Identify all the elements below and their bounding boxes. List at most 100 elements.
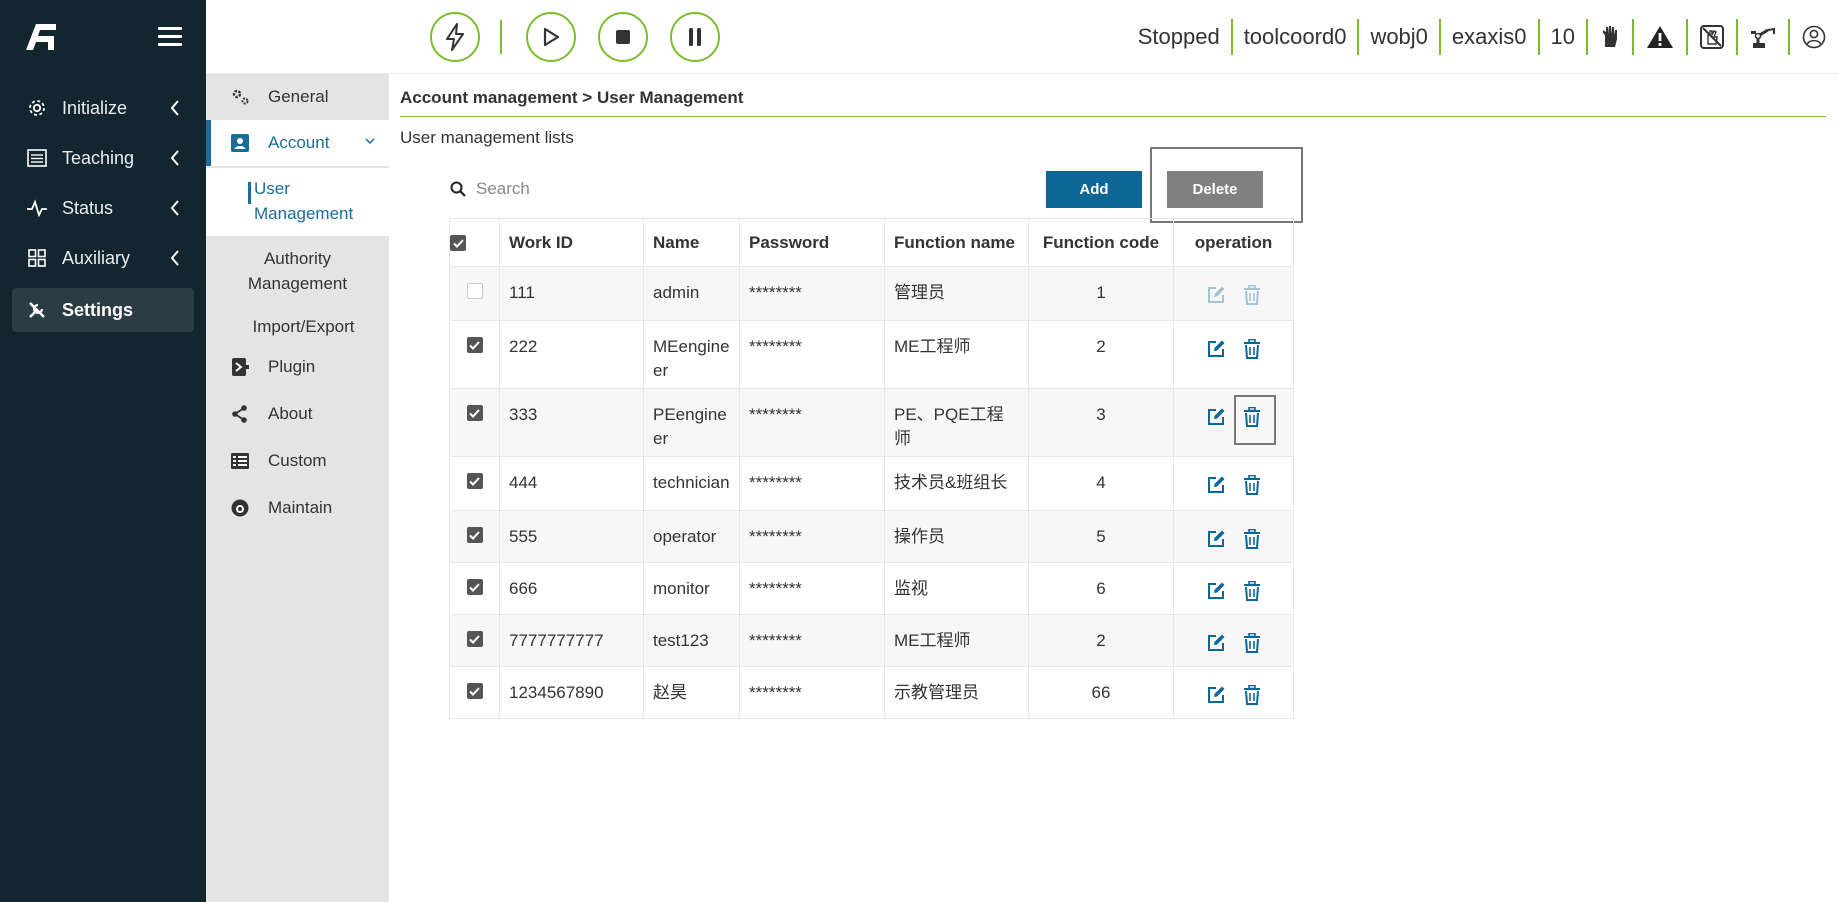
submenu-maintain[interactable]: Maintain <box>206 485 389 531</box>
table-row[interactable]: 555 operator ******** 操作员 5 <box>449 510 1294 563</box>
submenu-custom[interactable]: Custom <box>206 438 389 484</box>
column-header[interactable]: Function code <box>1028 218 1174 267</box>
delete-row-button[interactable] <box>1240 579 1264 603</box>
submenu-plugin[interactable]: Plugin <box>206 344 389 390</box>
enable-button[interactable] <box>430 12 480 62</box>
column-header[interactable]: Work ID <box>499 218 644 267</box>
row-checkbox[interactable] <box>466 283 483 299</box>
add-button[interactable]: Add <box>1046 171 1142 208</box>
delete-row-button[interactable] <box>1240 527 1264 551</box>
edit-icon <box>1207 340 1224 357</box>
table-row[interactable]: 444 technician ******** 技术员&班组长 4 <box>449 456 1294 511</box>
column-header[interactable]: Function name <box>884 218 1029 267</box>
row-checkbox[interactable] <box>466 527 483 543</box>
search-box[interactable] <box>450 176 750 202</box>
table-row[interactable]: 1234567890 赵昊 ******** 示教管理员 66 <box>449 666 1294 719</box>
cell-work-id: 666 <box>499 562 644 615</box>
cell-password: ******** <box>739 456 885 511</box>
cell-work-id: 222 <box>499 320 644 389</box>
cell-password: ******** <box>739 614 885 667</box>
cell-name: 赵昊 <box>643 666 740 719</box>
cell-function-name: 操作员 <box>884 510 1029 563</box>
cell-function-name: PE、PQE工程师 <box>884 388 1029 457</box>
cell-work-id: 1234567890 <box>499 666 644 719</box>
row-select-cell <box>449 666 500 719</box>
menu-toggle-icon[interactable] <box>158 27 182 47</box>
cell-operation <box>1173 388 1294 457</box>
submenu-import-export[interactable]: Import/Export <box>206 310 389 344</box>
nav-item-settings[interactable]: Settings <box>12 288 194 332</box>
user-profile-button[interactable] <box>1790 19 1838 55</box>
delete-button[interactable]: Delete <box>1167 171 1263 208</box>
chevron-left-icon <box>170 150 179 166</box>
submenu-user-management[interactable]: User Management <box>206 168 389 236</box>
delete-row-button[interactable] <box>1233 395 1276 445</box>
nav-item-auxiliary[interactable]: Auxiliary <box>12 236 194 280</box>
nav-item-initialize[interactable]: Initialize <box>12 86 194 130</box>
external-axis[interactable]: exaxis0 <box>1441 19 1540 55</box>
nav-item-teaching[interactable]: Teaching <box>12 136 194 180</box>
submenu-general[interactable]: General <box>206 74 389 120</box>
nav-item-label: Settings <box>62 299 134 320</box>
table-row[interactable]: 7777777777 test123 ******** ME工程师 2 <box>449 614 1294 667</box>
stop-button[interactable] <box>598 12 648 62</box>
edit-button[interactable] <box>1204 527 1228 551</box>
select-all-checkbox[interactable] <box>450 235 466 251</box>
cell-function-code: 5 <box>1028 510 1174 563</box>
robot-button[interactable] <box>1738 19 1790 55</box>
chevron-left-icon <box>170 200 179 216</box>
edit-button[interactable] <box>1204 405 1228 429</box>
submenu-authority-management[interactable]: Authority Management <box>206 242 389 300</box>
trash-icon <box>1243 685 1260 705</box>
nav-item-status[interactable]: Status <box>12 186 194 230</box>
drag-hand-button[interactable] <box>1588 19 1634 55</box>
row-checkbox[interactable] <box>466 631 483 647</box>
edit-button <box>1204 283 1228 307</box>
cell-function-name: 技术员&班组长 <box>884 456 1029 511</box>
check-icon <box>469 686 480 696</box>
grid-icon <box>26 247 48 269</box>
work-object[interactable]: wobj0 <box>1359 19 1441 55</box>
row-checkbox[interactable] <box>466 337 483 353</box>
edit-button[interactable] <box>1204 473 1228 497</box>
row-checkbox[interactable] <box>466 683 483 699</box>
delete-row-button[interactable] <box>1240 631 1264 655</box>
column-header[interactable]: Name <box>643 218 740 267</box>
cell-operation <box>1173 666 1294 719</box>
speed-value[interactable]: 10 <box>1540 19 1588 55</box>
user-table: Work ID Name Password Function name Func… <box>449 218 1294 719</box>
row-checkbox[interactable] <box>466 473 483 489</box>
row-select-cell <box>449 510 500 563</box>
nav-item-label: Initialize <box>62 97 128 118</box>
tool-coordinate[interactable]: toolcoord0 <box>1233 19 1360 55</box>
cell-name: test123 <box>643 614 740 667</box>
check-icon <box>469 476 480 486</box>
submenu-about[interactable]: About <box>206 391 389 437</box>
edit-icon <box>1207 634 1224 651</box>
delete-row-button[interactable] <box>1240 337 1264 361</box>
row-checkbox[interactable] <box>466 579 483 595</box>
submenu-label: Custom <box>268 451 327 470</box>
search-input[interactable] <box>474 178 734 200</box>
nav-item-label: Auxiliary <box>62 247 131 268</box>
play-button[interactable] <box>526 12 576 62</box>
collision-button[interactable] <box>1688 19 1738 55</box>
table-row[interactable]: 222 MEengineer ******** ME工程师 2 <box>449 320 1294 389</box>
delete-row-button[interactable] <box>1240 683 1264 707</box>
column-header[interactable]: Password <box>739 218 885 267</box>
edit-button[interactable] <box>1204 683 1228 707</box>
table-row[interactable]: 111 admin ******** 管理员 1 <box>449 266 1294 321</box>
edit-button[interactable] <box>1204 631 1228 655</box>
account-icon <box>230 133 250 153</box>
table-row[interactable]: 333 PEengineer ******** PE、PQE工程师 3 <box>449 388 1294 457</box>
logo <box>24 22 58 52</box>
edit-button[interactable] <box>1204 579 1228 603</box>
lightning-icon <box>446 23 464 51</box>
delete-row-button[interactable] <box>1240 473 1264 497</box>
edit-button[interactable] <box>1204 337 1228 361</box>
row-checkbox[interactable] <box>466 405 483 421</box>
alarm-button[interactable] <box>1634 19 1688 55</box>
table-row[interactable]: 666 monitor ******** 监视 6 <box>449 562 1294 615</box>
pause-button[interactable] <box>670 12 720 62</box>
submenu-account[interactable]: Account <box>206 120 389 166</box>
